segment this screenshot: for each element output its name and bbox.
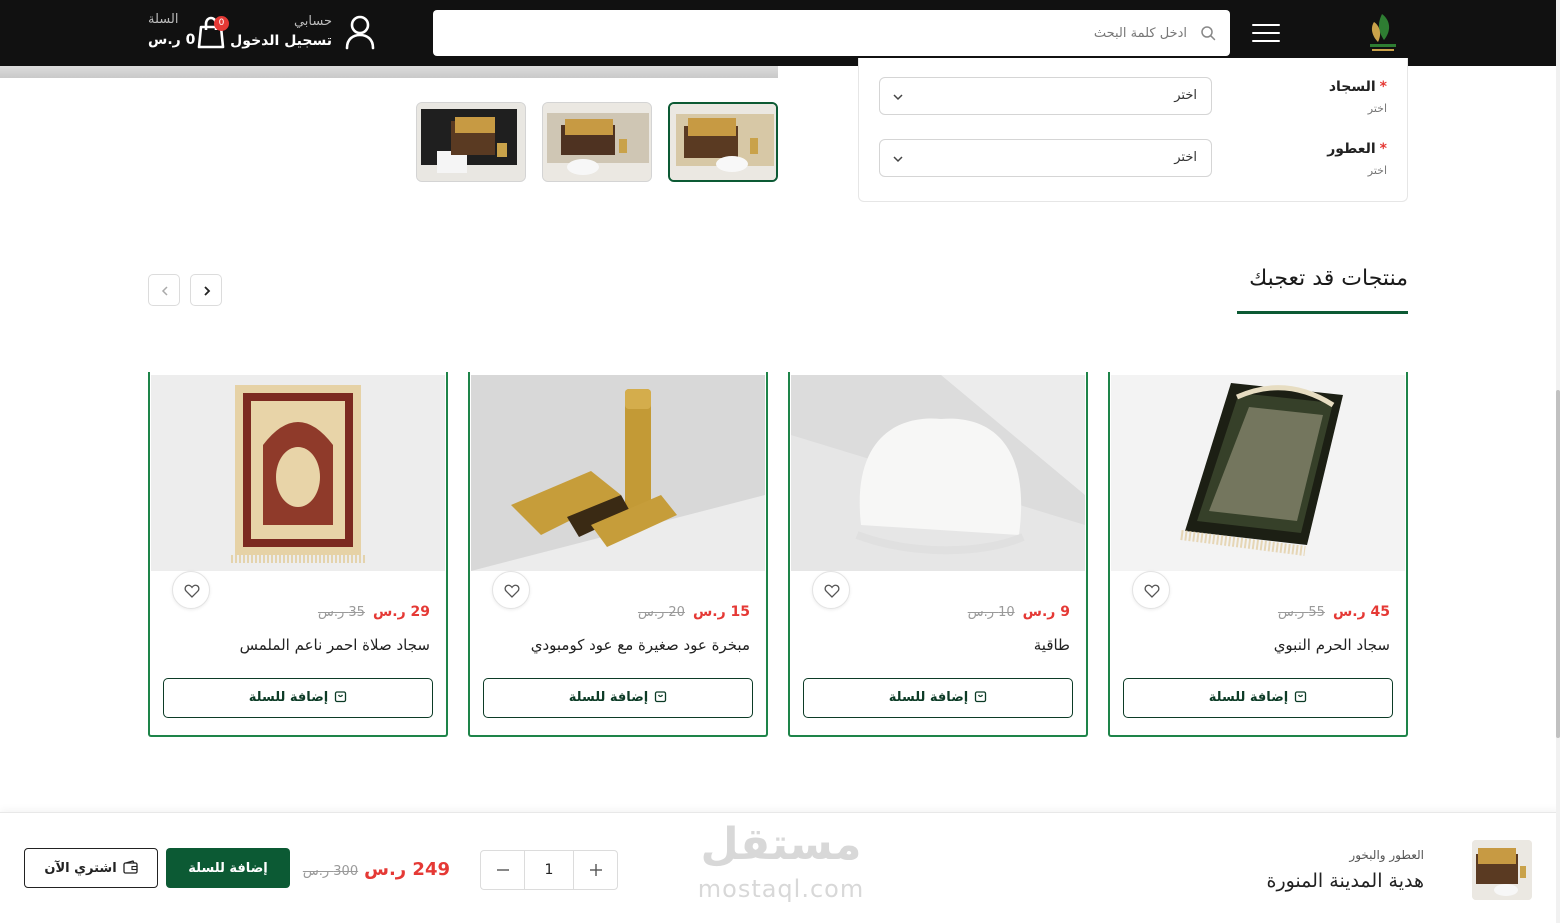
gallery-thumbnail-active[interactable] [668,102,778,182]
main-product-image [0,66,778,78]
product-card[interactable]: 45 ر.س 55 ر.س سجاد الحرم النبوي إضافة للس… [1108,372,1408,737]
site-header: حسابي تسجيل الدخول 0 السلة 0 ر.س [0,0,1556,66]
menu-icon[interactable] [1252,24,1280,44]
cart-link[interactable]: 0 السلة 0 ر.س [140,10,236,56]
search-input[interactable] [447,10,1187,56]
scrollbar-thumb[interactable] [1556,390,1560,738]
search-bar [433,10,1230,56]
price-row: 15 ر.س 20 ر.س [638,604,750,620]
product-title[interactable]: مبخرة عود صغيرة مع عود كومبودي [531,636,750,654]
cart-total: 0 ر.س [148,32,196,48]
minus-icon [497,869,509,871]
product-title[interactable]: طاقية [1034,636,1070,654]
product-old-price: 10 ر.س [967,605,1015,620]
cart-small-icon [975,691,987,703]
sticky-purchase-bar: العطور والبخور هدية المدينة المنورة مستق… [0,812,1560,923]
add-to-cart-button[interactable]: إضافة للسلة [1123,678,1393,718]
cart-small-icon [655,691,667,703]
wishlist-button[interactable] [492,571,530,609]
price-row: 29 ر.س 35 ر.س [318,604,430,620]
product-price: 15 ر.س [692,604,750,620]
cart-count-badge: 0 [214,16,229,31]
heart-icon [1144,584,1160,598]
related-section-title: منتجات قد تعجبك [1249,266,1408,291]
search-icon[interactable] [1200,25,1216,41]
add-to-cart-main-button[interactable]: إضافة للسلة [166,848,290,888]
add-to-cart-button[interactable]: إضافة للسلة [163,678,433,718]
bottom-bar-product-title: هدية المدينة المنورة [1266,870,1424,892]
add-to-cart-button[interactable]: إضافة للسلة [483,678,753,718]
perfume-select-value: اختر [1174,150,1197,165]
account-label: حسابي [293,14,332,29]
option-hint-perfume: اختر [1367,164,1387,177]
login-link[interactable]: تسجيل الدخول [230,33,332,49]
price-row: 9 ر.س 10 ر.س [968,604,1070,620]
bottom-bar-old-price: 300 ر.س [302,864,359,879]
product-title[interactable]: سجاد صلاة احمر ناعم الملمس [240,636,430,654]
heart-icon [504,584,520,598]
cart-small-icon [335,691,347,703]
wallet-icon [123,860,138,874]
cart-small-icon [1295,691,1307,703]
wishlist-button[interactable] [1132,571,1170,609]
page-scrollbar[interactable] [1556,0,1560,923]
quantity-decrease-button[interactable] [481,851,525,889]
product-options-panel: *السجاد اختر اختر *العطور اختر اختر [858,58,1408,202]
quantity-input[interactable] [525,851,573,889]
product-price: 45 ر.س [1332,604,1390,620]
bottom-bar-category[interactable]: العطور والبخور [1349,848,1424,862]
bottom-bar-current-price: 249 ر.س [364,859,450,880]
chevron-left-icon [161,286,168,296]
cart-label: السلة [148,12,179,27]
chevron-right-icon [204,286,211,296]
user-icon [345,15,375,50]
product-old-price: 35 ر.س [317,605,365,620]
gallery-thumbnail[interactable] [416,102,526,182]
product-card[interactable]: 9 ر.س 10 ر.س طاقية إضافة للسلة [788,372,1088,737]
watermark-logo: مستقل mostaql.com [697,819,865,903]
product-old-price: 20 ر.س [637,605,685,620]
carousel-next-button[interactable] [190,274,222,306]
product-title[interactable]: سجاد الحرم النبوي [1274,636,1390,654]
section-underline [1237,311,1408,314]
rug-select[interactable]: اختر [879,77,1212,115]
product-image[interactable] [471,375,765,571]
chevron-down-icon [893,156,903,163]
heart-icon [184,584,200,598]
bottom-bar-price: 249 ر.س 300 ر.س [303,859,450,880]
product-old-price: 55 ر.س [1277,605,1325,620]
perfume-select[interactable]: اختر [879,139,1212,177]
quantity-stepper [480,850,618,890]
product-price: 9 ر.س [1022,604,1070,620]
chevron-down-icon [893,94,903,101]
heart-icon [824,584,840,598]
product-image[interactable] [1111,375,1405,571]
option-label-perfume: *العطور [1327,141,1387,157]
quantity-increase-button[interactable] [573,851,617,889]
product-price: 29 ر.س [372,604,430,620]
product-image[interactable] [151,375,445,571]
plus-icon [590,864,602,876]
wishlist-button[interactable] [812,571,850,609]
wishlist-button[interactable] [172,571,210,609]
option-hint-rug: اختر [1367,102,1387,115]
product-image[interactable] [791,375,1085,571]
price-row: 45 ر.س 55 ر.س [1278,604,1390,620]
buy-now-button[interactable]: اشتري الآن [24,848,158,888]
carousel-prev-button[interactable] [148,274,180,306]
product-card[interactable]: 29 ر.س35 ر.س سجاد صلاة احمر ناعم الملمس … [148,372,448,737]
store-logo[interactable] [1360,10,1404,58]
option-label-rug: *السجاد [1328,79,1387,95]
product-card[interactable]: 15 ر.س 20 ر.س مبخرة عود صغيرة مع عود كومب… [468,372,768,737]
gallery-thumbnail[interactable] [542,102,652,182]
bottom-bar-product-image [1472,840,1532,900]
account-link[interactable]: حسابي تسجيل الدخول [230,12,376,56]
rug-select-value: اختر [1174,88,1197,103]
add-to-cart-button[interactable]: إضافة للسلة [803,678,1073,718]
